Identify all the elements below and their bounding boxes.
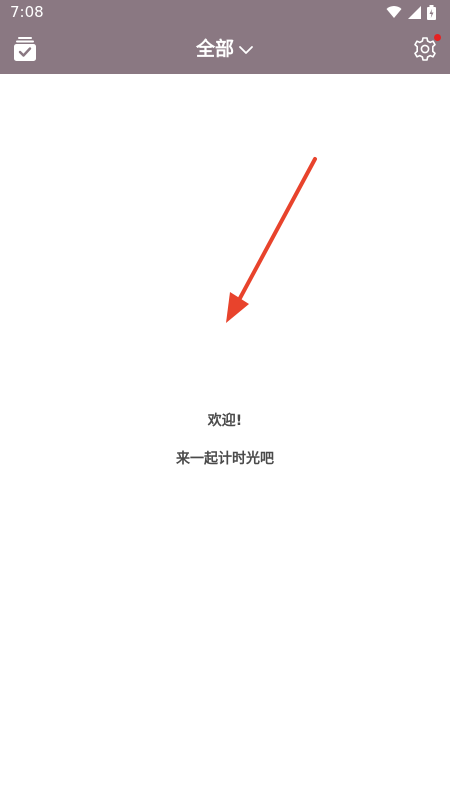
battery-icon: [427, 4, 436, 20]
welcome-text: 欢迎!: [207, 413, 243, 429]
status-icons: [386, 4, 436, 20]
screen: 7:08 全部 欢迎! 来一起计时光吧: [0, 0, 450, 800]
status-bar: 7:08: [0, 0, 450, 24]
wifi-icon: [386, 6, 402, 19]
app-bar: 全部: [0, 24, 450, 74]
settings-button[interactable]: [412, 34, 441, 62]
cellular-signal-icon: [408, 5, 421, 19]
category-title: 全部: [195, 38, 234, 60]
chevron-down-icon: [239, 45, 253, 54]
pointer-arrow: [226, 157, 317, 323]
empty-state-message: 来一起计时光吧: [176, 451, 274, 467]
notification-dot: [434, 34, 441, 41]
status-time: 7:08: [10, 3, 44, 21]
category-dropdown[interactable]: 全部: [0, 36, 450, 62]
